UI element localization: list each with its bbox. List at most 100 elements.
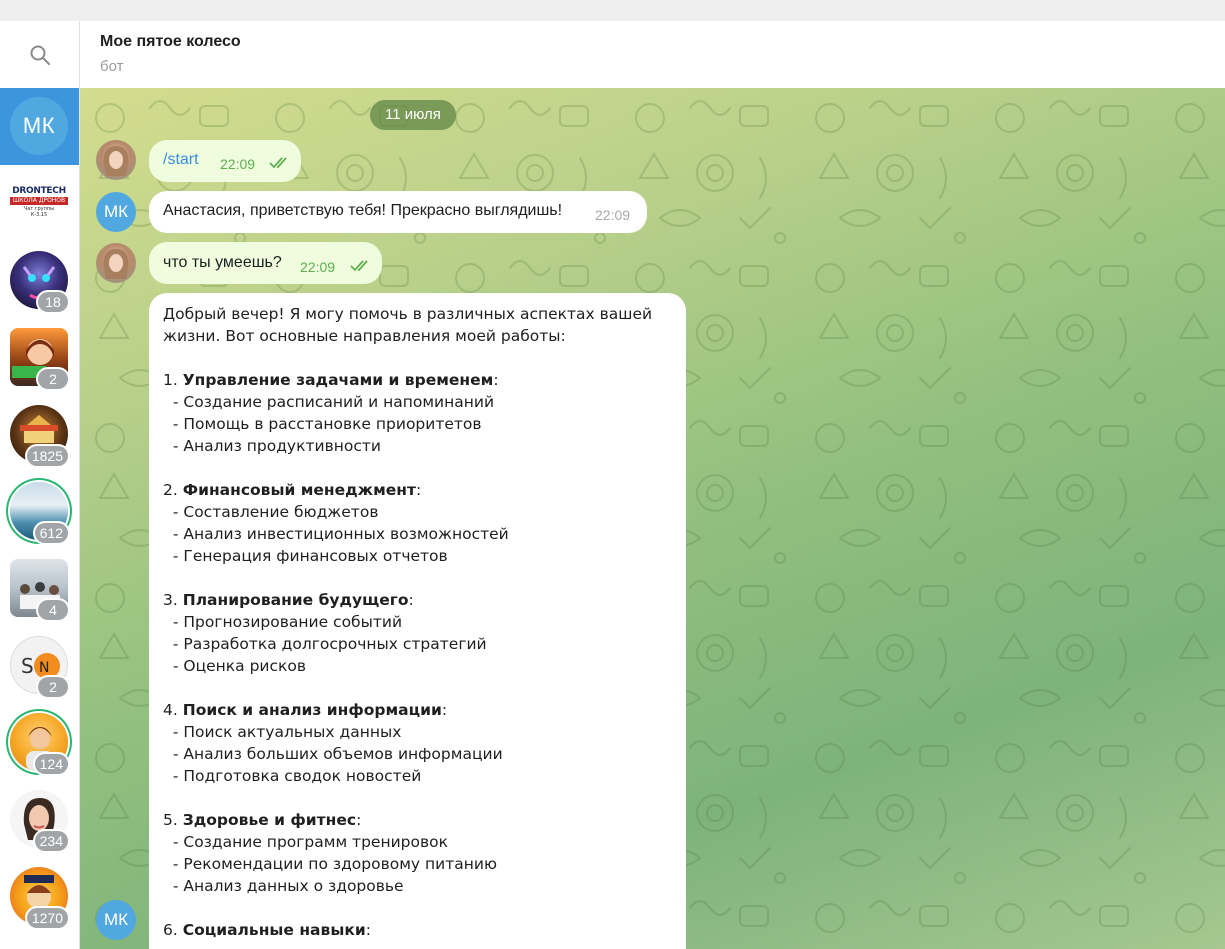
reply-section-heading: 3. Планирование будущего: xyxy=(163,589,673,611)
reply-list-item: - Создание программ тренировок xyxy=(163,831,673,853)
unread-badge: 4 xyxy=(38,600,68,620)
chat-item[interactable]: 1270 xyxy=(0,858,79,935)
section-colon: : xyxy=(408,591,414,609)
list-item-text: Оценка рисков xyxy=(183,657,306,675)
reply-list-item: - Прогнозирование событий xyxy=(163,611,673,633)
list-dash: - xyxy=(163,833,184,851)
drontech-logo: DRONTECH ШКОЛА ДРОНОВ Чат группы К-3.15 xyxy=(8,186,70,226)
message-bubble-outgoing[interactable]: /start 22:09 xyxy=(149,140,301,182)
chat-item[interactable]: 234 xyxy=(0,781,79,858)
list-dash: - xyxy=(163,723,184,741)
section-number: 2. xyxy=(163,481,183,499)
reply-section-heading: 5. Здоровье и фитнес: xyxy=(163,809,673,831)
list-item-text: Помощь в расстановке приоритетов xyxy=(183,415,482,433)
section-title: Финансовый менеджмент xyxy=(182,481,416,499)
chat-title: Мое пятое колесо xyxy=(100,33,241,50)
list-item-text: Разработка долгосрочных стратегий xyxy=(183,635,487,653)
list-dash: - xyxy=(163,503,184,521)
chat-item-moe-pyatoe-koleso[interactable]: МК xyxy=(0,88,79,165)
unread-badge: 124 xyxy=(34,754,68,774)
section-title: Управление задачами и временем xyxy=(182,371,494,389)
section-colon: : xyxy=(441,701,448,719)
reply-list-item: - Поиск актуальных данных xyxy=(163,721,673,743)
bot-avatar[interactable]: МК xyxy=(96,192,136,232)
message-bubble-incoming[interactable]: Анастасия, приветствую тебя! Прекрасно в… xyxy=(149,191,647,233)
reply-list-item: - Помощь в расстановке приоритетов xyxy=(163,413,673,435)
list-dash: - xyxy=(163,745,184,763)
unread-badge: 2 xyxy=(38,369,68,389)
section-number: 4. xyxy=(163,701,183,719)
section-number: 1. xyxy=(163,371,183,389)
window-top-strip xyxy=(0,0,1225,21)
reply-list-item: - Оценка рисков xyxy=(163,655,673,677)
message-time: 22:09 xyxy=(220,156,256,172)
list-dash: - xyxy=(163,877,184,895)
avatar-initials: МК xyxy=(103,202,129,221)
chat-subtitle: бот xyxy=(100,58,124,75)
list-item-text: Генерация финансовых отчетов xyxy=(183,547,448,565)
message-bubble-incoming-long[interactable]: Добрый вечер! Я могу помочь в различных … xyxy=(149,293,686,949)
section-colon: : xyxy=(415,481,422,499)
chat-item[interactable]: 18 xyxy=(0,242,79,319)
logo-text: DRONTECH xyxy=(12,186,66,196)
avatar-initials: МК xyxy=(103,910,129,929)
chat-item[interactable]: SN 2 xyxy=(0,627,79,704)
list-item-text: Анализ инвестиционных возможностей xyxy=(183,525,509,543)
reply-list-item: - Генерация финансовых отчетов xyxy=(163,545,673,567)
reply-section-heading: 2. Финансовый менеджмент: xyxy=(163,479,673,501)
reply-section-heading: 6. Социальные навыки: xyxy=(163,919,673,941)
avatar: МК xyxy=(10,97,68,155)
list-dash: - xyxy=(163,437,184,455)
chat-list-panel: МК DRONTECH ШКОЛА ДРОНОВ Чат группы К-3.… xyxy=(0,21,80,949)
section-colon: : xyxy=(493,371,499,389)
list-dash: - xyxy=(163,855,184,873)
chat-item[interactable]: 1825 xyxy=(0,396,79,473)
list-dash: - xyxy=(163,657,184,675)
chat-item-drontech[interactable]: DRONTECH ШКОЛА ДРОНОВ Чат группы К-3.15 xyxy=(0,165,79,242)
search-icon xyxy=(30,45,50,65)
list-item-text: Создание расписаний и напоминаний xyxy=(183,393,495,411)
reply-list-item: - Анализ инвестиционных возможностей xyxy=(163,523,673,545)
double-check-icon xyxy=(269,157,287,169)
message-time: 22:09 xyxy=(300,259,336,275)
reply-list-item: - Анализ больших объемов информации xyxy=(163,743,673,765)
user-avatar[interactable] xyxy=(96,140,136,180)
list-dash: - xyxy=(163,415,184,433)
section-number: 6. xyxy=(163,921,183,939)
chat-item[interactable]: 612 xyxy=(0,473,79,550)
search-button[interactable] xyxy=(0,21,79,89)
unread-badge: 612 xyxy=(34,523,68,543)
reply-list-item: - Подготовка сводок новостей xyxy=(163,765,673,787)
unread-badge: 2 xyxy=(38,677,68,697)
reply-list-item: - Рекомендации по здоровому питанию xyxy=(163,853,673,875)
section-number: 5. xyxy=(163,811,183,829)
section-title: Планирование будущего xyxy=(182,591,409,609)
list-item-text: Прогнозирование событий xyxy=(183,613,403,631)
unread-badge: 1825 xyxy=(26,446,68,466)
chat-item[interactable]: 2 xyxy=(0,319,79,396)
bot-avatar[interactable]: МК xyxy=(96,900,136,940)
reply-section-heading: 1. Управление задачами и временем: xyxy=(163,369,673,391)
chat-item[interactable]: 124 xyxy=(0,704,79,781)
list-item-text: Рекомендации по здоровому питанию xyxy=(183,855,498,873)
svg-text:N: N xyxy=(39,660,49,676)
message-bubble-outgoing[interactable]: что ты умеешь? 22:09 xyxy=(149,242,382,284)
avatar-initials: МК xyxy=(22,113,56,138)
logo-code: К-3.15 xyxy=(30,212,48,218)
list-item-text: Поиск актуальных данных xyxy=(183,723,402,741)
bot-command-link[interactable]: /start xyxy=(163,151,199,169)
user-avatar[interactable] xyxy=(96,243,136,283)
chat-area[interactable]: 11 июля /start 22:09 МК Анастасия, приве… xyxy=(80,88,1225,949)
list-dash: - xyxy=(163,635,184,653)
list-item-text: Анализ продуктивности xyxy=(183,437,381,455)
list-item-text: Подготовка сводок новостей xyxy=(183,767,422,785)
double-check-icon xyxy=(350,260,368,272)
chat-item[interactable]: 4 xyxy=(0,550,79,627)
reply-list-item: - Анализ продуктивности xyxy=(163,435,673,457)
chat-header[interactable]: Мое пятое колесо бот xyxy=(80,21,1225,89)
